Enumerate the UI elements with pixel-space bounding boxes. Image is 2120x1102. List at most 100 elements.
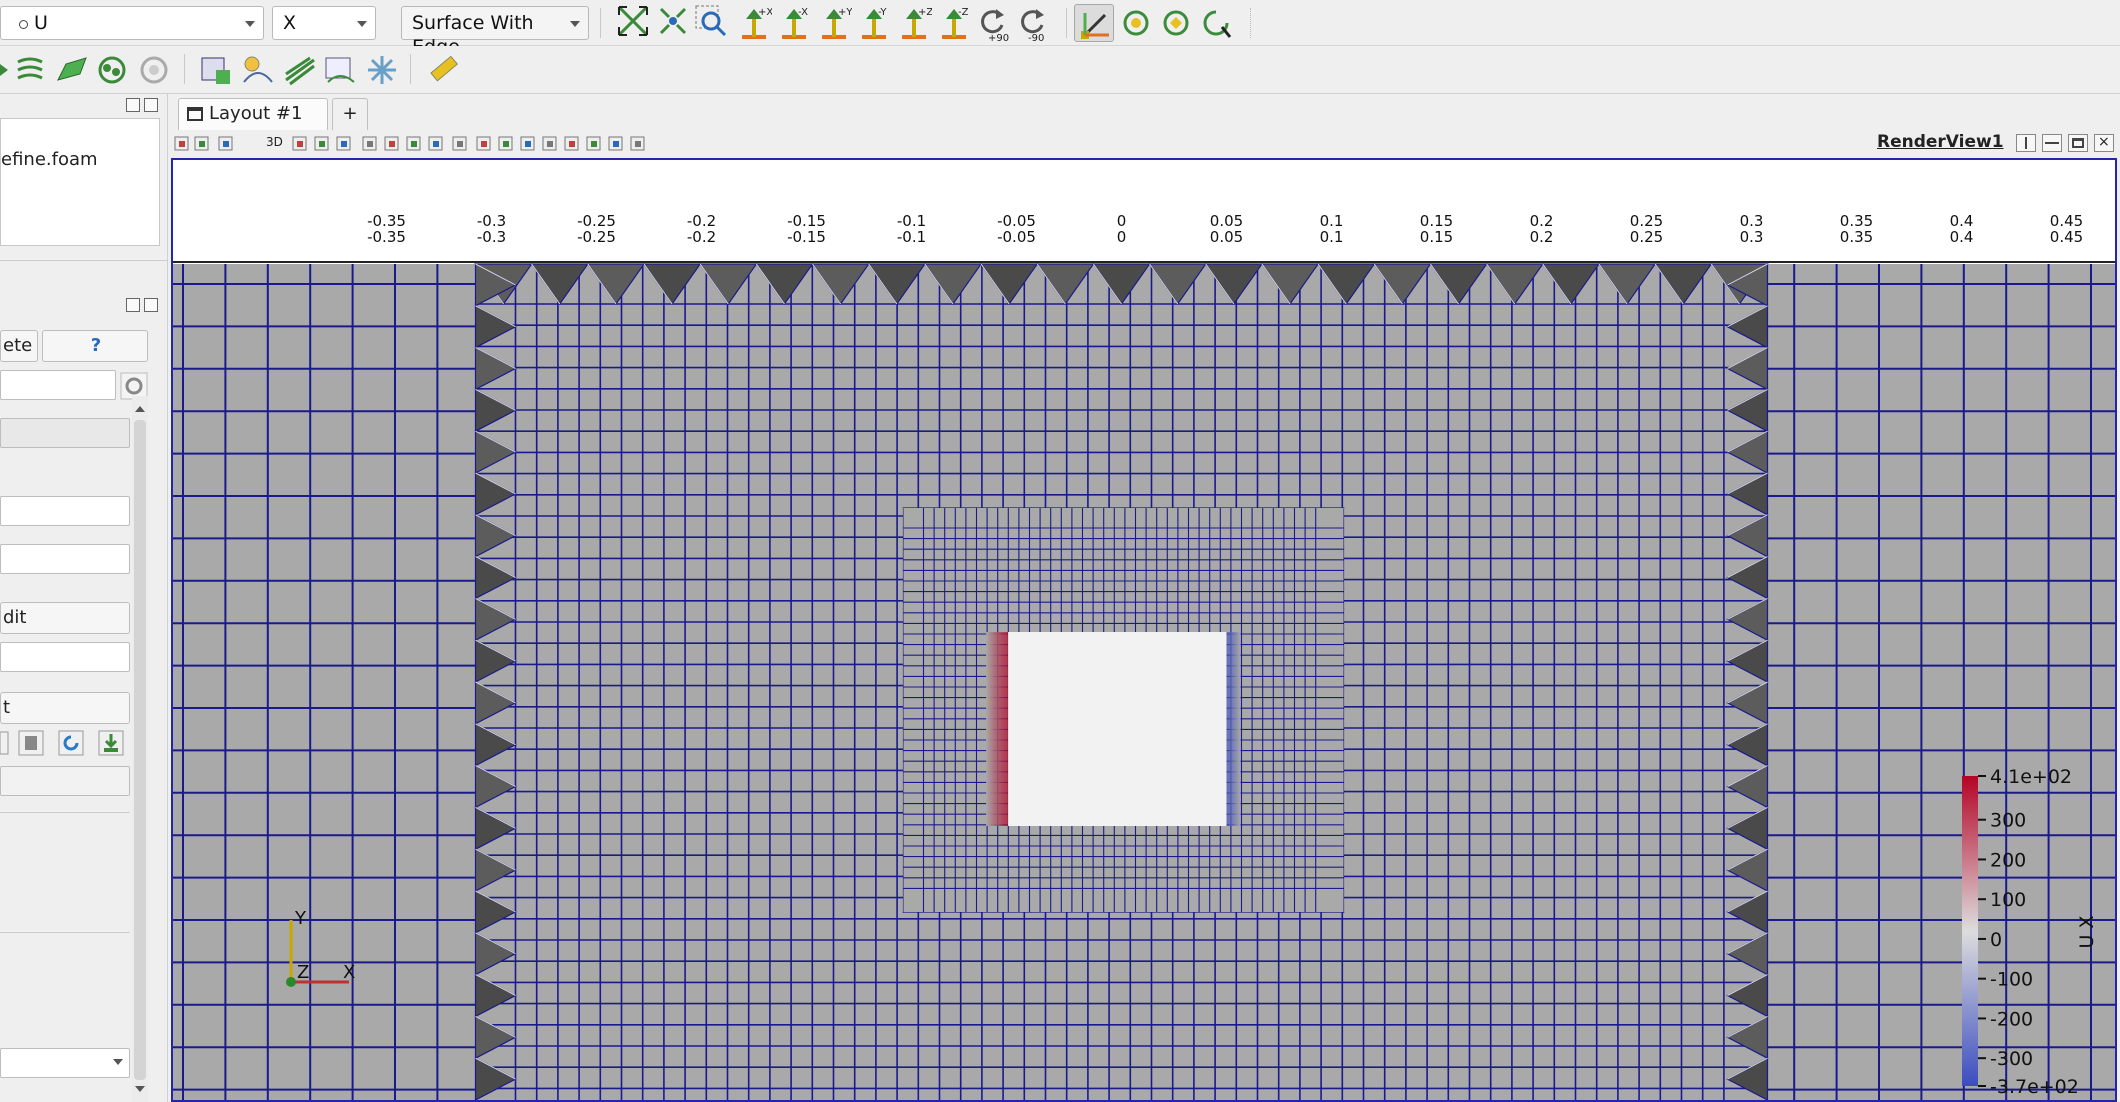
float-panel-icon[interactable] <box>126 98 140 112</box>
render-view[interactable]: -0.35 -0.35 -0.3 -0.3 -0.25 -0.25 -0.2 -0.2 -0.1… <box>171 158 2117 1102</box>
hover-cells-icon[interactable] <box>428 136 444 152</box>
maximize-icon[interactable] <box>2068 134 2088 152</box>
pick-center-icon[interactable] <box>1160 7 1192 39</box>
chevron-down-icon <box>245 21 255 27</box>
property-field[interactable] <box>0 642 130 672</box>
clear-selection-icon[interactable] <box>498 136 514 152</box>
help-selection-icon[interactable] <box>586 136 602 152</box>
close-panel-icon[interactable] <box>144 98 158 112</box>
split-view-icon[interactable] <box>174 136 190 152</box>
property-field[interactable] <box>0 496 130 526</box>
split-vertical-icon[interactable] <box>2042 134 2062 152</box>
glyph-icon[interactable] <box>242 54 274 86</box>
reset-camera-button[interactable] <box>615 3 651 43</box>
reset-rotation-center-icon[interactable] <box>1200 7 1232 39</box>
set-view-direction-minus-y-button[interactable]: -Y <box>856 3 892 43</box>
capture-icon[interactable] <box>218 136 234 152</box>
plot-selection-icon[interactable] <box>564 136 580 152</box>
ruler-icon[interactable] <box>428 54 460 86</box>
set-view-direction-plus-y-button[interactable]: +Y <box>816 3 852 43</box>
scrollbar-thumb[interactable] <box>134 420 146 1080</box>
colorbar-label: -100 <box>1990 969 2033 991</box>
slice-icon[interactable] <box>96 54 128 86</box>
chevron-down-icon <box>570 21 580 27</box>
add-tab-button[interactable]: + <box>332 98 368 130</box>
velocity-high-region <box>986 632 1009 826</box>
rotate-minus-90-button[interactable]: -90 <box>1014 3 1050 43</box>
component-select[interactable]: X <box>272 6 376 40</box>
stream-tracer-icon[interactable] <box>284 54 316 86</box>
set-view-direction-minus-x-button[interactable]: -X <box>776 3 812 43</box>
edit-button[interactable]: dit <box>0 602 130 634</box>
clip-icon[interactable] <box>56 54 88 86</box>
hover-points-icon[interactable] <box>406 136 422 152</box>
array-select-value: U <box>34 12 48 34</box>
ruler-tick-label: 0.05 <box>1210 228 1243 246</box>
array-select[interactable]: U <box>0 6 264 40</box>
select-polygon-icon[interactable] <box>362 136 378 152</box>
save-defaults-icon[interactable] <box>98 730 124 756</box>
select-frustum-icon[interactable] <box>336 136 352 152</box>
select-cells-icon[interactable] <box>292 136 308 152</box>
property-field[interactable] <box>0 544 130 574</box>
ruler-tick-label: 0.3 <box>1740 228 1764 246</box>
interaction-mode-button[interactable] <box>1074 4 1114 42</box>
close-panel-icon[interactable] <box>144 298 158 312</box>
zoom-to-box-button[interactable] <box>693 3 729 43</box>
scrollbar[interactable] <box>132 396 148 1102</box>
representation-select[interactable]: Surface With Edge <box>401 6 589 58</box>
property-button[interactable]: t <box>0 692 130 724</box>
save-icon[interactable] <box>0 730 10 756</box>
ruler-tick-label: -0.2 <box>687 228 716 246</box>
properties-panel: dit t <box>0 396 130 1086</box>
chevron-down-icon <box>357 21 367 27</box>
extract-subset-icon[interactable] <box>200 54 232 86</box>
property-field[interactable] <box>0 766 130 796</box>
property-combo[interactable] <box>0 418 130 448</box>
zoom-to-data-button[interactable] <box>655 3 691 43</box>
view-toolbar: 3D <box>170 130 2120 158</box>
mesh-visualization[interactable]: -0.35-0.35-0.3-0.3-0.25-0.25-0.2-0.2-0.1… <box>173 160 2115 1100</box>
grow-selection-icon[interactable] <box>452 136 468 152</box>
camera-button-label: -Y <box>878 7 887 18</box>
tab-layout-1[interactable]: Layout #1 × <box>178 98 328 152</box>
ruler-tick-label: 0.2 <box>1530 228 1554 246</box>
colorbar-label: 200 <box>1990 849 2026 871</box>
camera-button-label: -Z <box>958 7 969 18</box>
refresh-icon[interactable] <box>58 730 84 756</box>
contour-icon[interactable] <box>14 54 46 86</box>
threshold-icon[interactable] <box>138 54 170 86</box>
warp-vector-icon[interactable] <box>324 54 356 86</box>
component-select-value: X <box>283 12 297 34</box>
delete-button[interactable]: ete <box>0 330 38 362</box>
find-data-icon[interactable] <box>520 136 536 152</box>
property-combo[interactable] <box>0 1048 130 1078</box>
pipeline-item[interactable]: efine.foam <box>1 149 98 170</box>
stop-icon[interactable] <box>630 136 646 152</box>
ruler-tick-label: 0.45 <box>2050 228 2083 246</box>
rotate-plus-90-button[interactable]: +90 <box>974 3 1010 43</box>
obstacle-hole <box>1008 632 1227 826</box>
colorbar-label: -200 <box>1990 1008 2033 1030</box>
shrink-selection-icon[interactable] <box>476 136 492 152</box>
rotation-center-icon[interactable] <box>1120 7 1152 39</box>
group-datasets-icon[interactable] <box>366 54 398 86</box>
set-view-direction-minus-z-button[interactable]: -Z <box>936 3 972 43</box>
axis-z-label: Z <box>297 962 309 983</box>
float-panel-icon[interactable] <box>126 298 140 312</box>
3d-toggle-button[interactable]: 3D <box>266 135 283 149</box>
interactive-select-icon[interactable] <box>384 136 400 152</box>
help-button[interactable]: ? <box>42 330 148 362</box>
filters-toolbar <box>0 46 2120 94</box>
extract-selection-icon[interactable] <box>542 136 558 152</box>
layout-tabbar: Layout #1 × + <box>170 96 2120 152</box>
split-horizontal-icon[interactable] <box>2016 134 2036 152</box>
copy-icon[interactable] <box>18 730 44 756</box>
select-points-icon[interactable] <box>314 136 330 152</box>
close-view-icon[interactable]: × <box>2094 134 2114 152</box>
set-view-direction-plus-x-button[interactable]: +X <box>736 3 772 43</box>
set-view-direction-plus-z-button[interactable]: +Z <box>896 3 932 43</box>
camera-undo-icon[interactable] <box>194 136 210 152</box>
edit-selection-icon[interactable] <box>608 136 624 152</box>
camera-button-label: +Y <box>838 7 852 18</box>
